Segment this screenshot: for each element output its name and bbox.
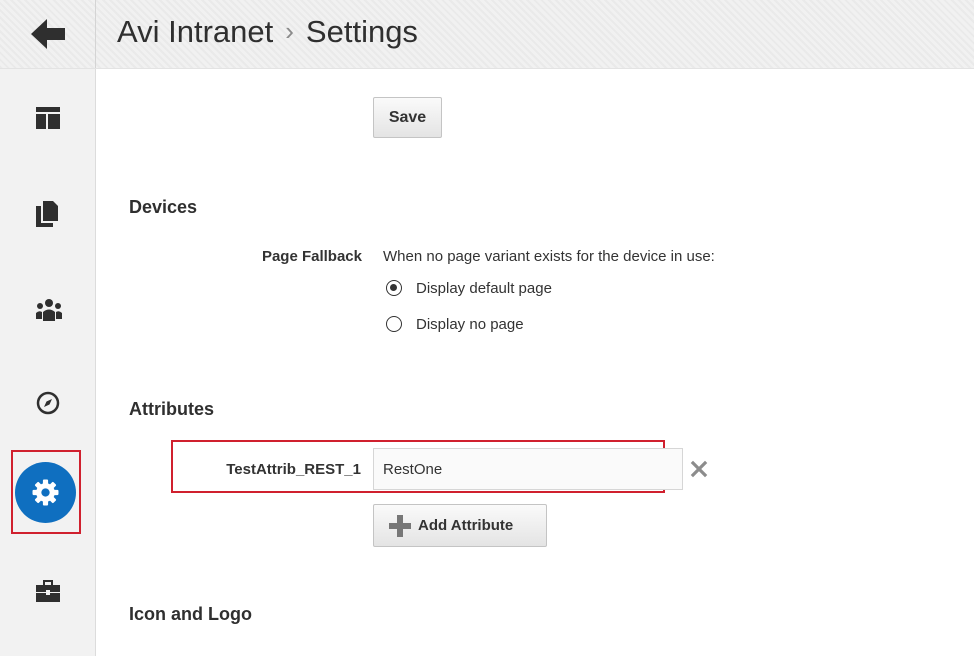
save-button[interactable]: Save (373, 97, 442, 138)
compass-icon (36, 391, 60, 415)
sidebar-item-settings[interactable] (15, 462, 76, 523)
add-attribute-label: Add Attribute (418, 517, 514, 534)
breadcrumb-site[interactable]: Avi Intranet (117, 14, 273, 49)
header-divider (95, 0, 96, 68)
radio-unchecked-icon[interactable] (386, 316, 402, 332)
back-arrow-icon (31, 19, 65, 49)
devices-heading: Devices (129, 197, 198, 217)
back-button[interactable] (28, 16, 68, 52)
radio-display-default-page[interactable]: Display default page (386, 278, 552, 298)
attribute-name-label: TestAttrib_REST_1 (226, 461, 361, 478)
people-icon (36, 299, 62, 321)
page-fallback-description: When no page variant exists for the devi… (383, 248, 715, 265)
page-fallback-label: Page Fallback (261, 248, 362, 265)
radio-label: Display no page (416, 315, 524, 333)
breadcrumb: Avi Intranet › Settings (117, 14, 418, 50)
sidebar (0, 69, 96, 656)
app-header: Avi Intranet › Settings (0, 0, 974, 69)
sidebar-item-layout[interactable] (0, 95, 95, 143)
attributes-heading: Attributes (129, 399, 214, 419)
radio-label: Display default page (416, 279, 552, 297)
add-attribute-button[interactable]: Add Attribute (373, 504, 547, 547)
toolbox-icon (36, 580, 60, 602)
sidebar-item-people[interactable] (0, 287, 95, 335)
sidebar-item-tools[interactable] (0, 568, 95, 616)
remove-attribute-icon[interactable] (690, 460, 708, 478)
icon-and-logo-heading: Icon and Logo (129, 604, 252, 624)
attribute-value-input[interactable] (373, 448, 683, 490)
layout-icon (36, 107, 60, 129)
gear-icon (32, 479, 59, 506)
radio-display-no-page[interactable]: Display no page (386, 314, 524, 334)
radio-checked-icon[interactable] (386, 280, 402, 296)
breadcrumb-current: Settings (305, 14, 418, 49)
sidebar-item-navigation[interactable] (0, 379, 95, 427)
plus-icon (389, 514, 411, 537)
pages-icon (36, 201, 58, 227)
sidebar-item-pages[interactable] (0, 189, 95, 237)
breadcrumb-separator: › (285, 16, 294, 46)
